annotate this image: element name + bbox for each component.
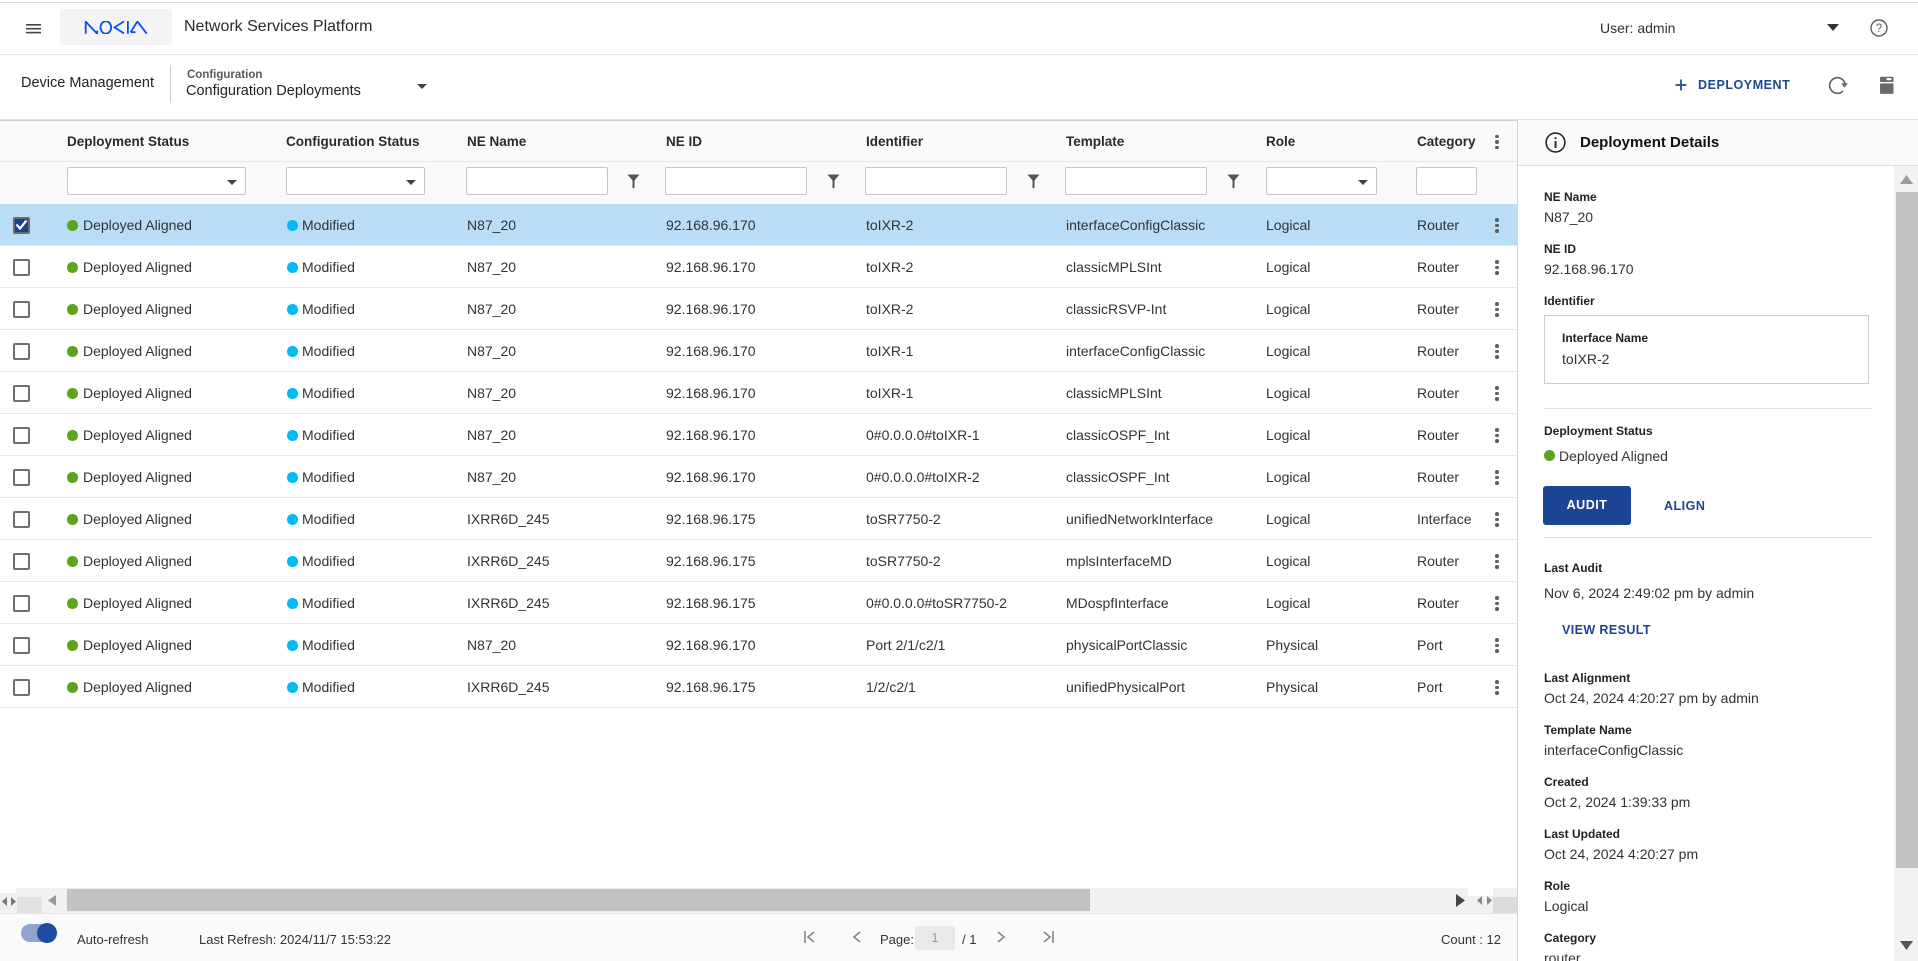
svg-text:?: ? [1876,23,1882,35]
